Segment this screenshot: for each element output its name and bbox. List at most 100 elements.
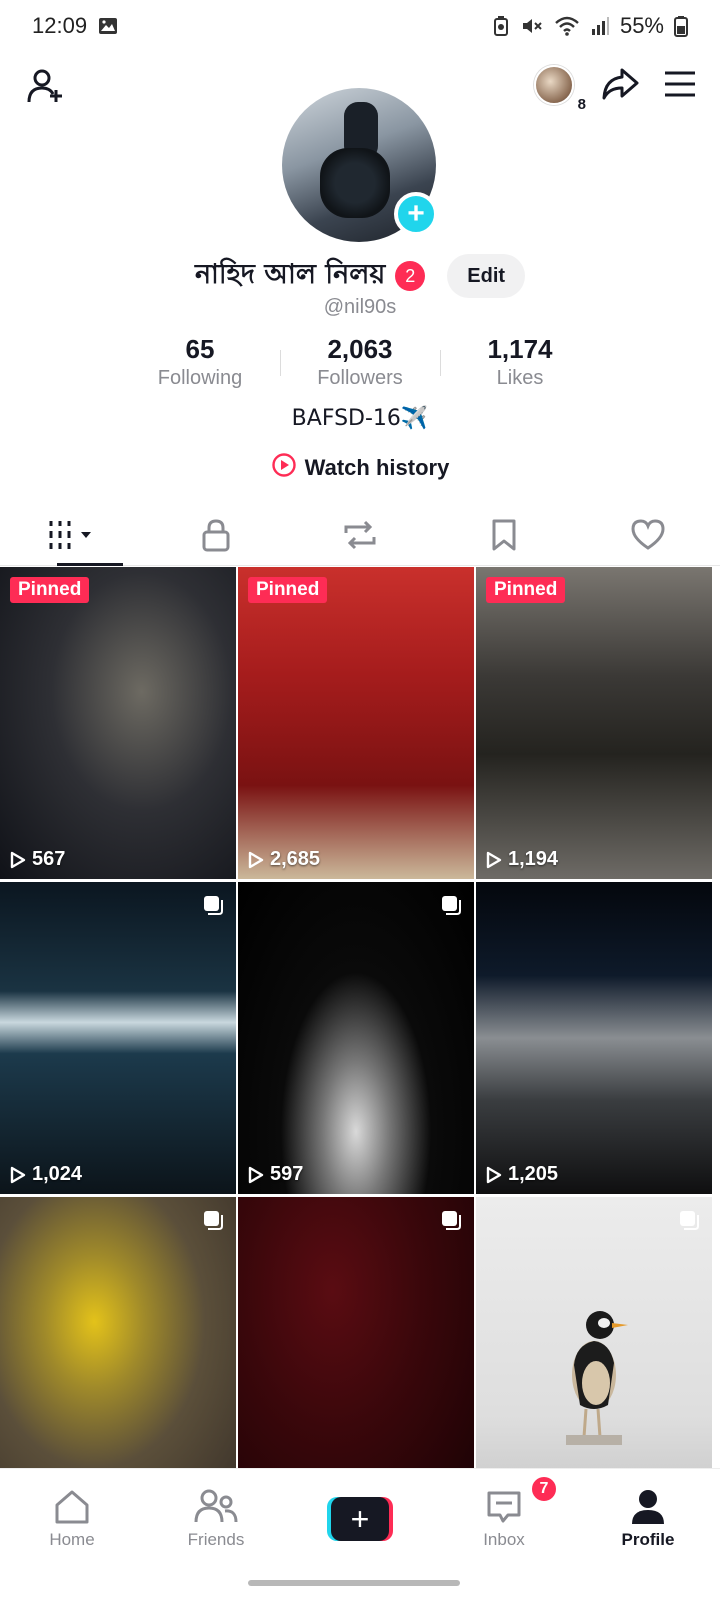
story-avatar[interactable]: 8 [534, 64, 586, 113]
bookmark-icon [489, 518, 519, 557]
tab-reposts[interactable] [288, 510, 432, 565]
grid-view-icon [47, 518, 97, 557]
gallery-notification-icon [97, 15, 119, 37]
view-count: 597 [248, 1163, 303, 1186]
tab-videos[interactable] [0, 510, 144, 566]
nav-friends[interactable]: Friends [144, 1469, 288, 1568]
multi-photo-icon [204, 896, 223, 915]
battery-icon [674, 15, 688, 37]
username: @nil90s [323, 296, 397, 318]
tab-private[interactable] [144, 510, 288, 565]
edit-profile-button[interactable]: Edit [447, 254, 526, 298]
play-icon [486, 851, 502, 868]
signal-icon [590, 15, 610, 37]
stat-following[interactable]: 65 Following [120, 334, 280, 390]
stat-value: 2,063 [327, 334, 393, 364]
multi-photo-icon [680, 1211, 699, 1230]
inbox-icon [487, 1491, 521, 1522]
view-count-value: 2,685 [270, 848, 321, 870]
bottom-nav: Home Friends + 7 Inbox Profile [0, 1468, 720, 1568]
story-avatar-image [534, 64, 574, 105]
video-thumbnail[interactable] [0, 1197, 236, 1509]
view-count: 567 [10, 848, 65, 871]
stat-label: Followers [317, 367, 403, 389]
create-plus-icon: + [331, 1496, 389, 1541]
pinned-badge: Pinned [10, 577, 90, 603]
stat-followers[interactable]: 2,063 Followers [280, 334, 440, 390]
video-thumbnail[interactable]: 1,024 [0, 882, 236, 1194]
lock-icon [200, 518, 232, 557]
create-button[interactable]: + [327, 1496, 393, 1541]
view-count-value: 567 [32, 848, 66, 870]
play-icon [10, 1166, 26, 1183]
nav-inbox[interactable]: 7 Inbox [432, 1469, 576, 1568]
nav-inbox-label: Inbox [483, 1529, 525, 1549]
watch-history-label: Watch history [304, 455, 450, 480]
view-count: 1,205 [486, 1163, 558, 1186]
view-count: 1,024 [10, 1163, 82, 1186]
bird-image [566, 1311, 628, 1445]
profile-tabs [0, 510, 720, 566]
multi-photo-icon [204, 1211, 223, 1230]
nav-home[interactable]: Home [0, 1469, 144, 1568]
name-badge[interactable]: 2 [395, 261, 426, 291]
profile-avatar[interactable]: + [282, 88, 438, 242]
nav-create[interactable]: + [288, 1469, 432, 1568]
pinned-badge: Pinned [248, 577, 328, 603]
heart-icon [630, 518, 666, 557]
display-name: নাহিদ আল নিলয় [194, 258, 386, 290]
add-friend-icon[interactable] [24, 64, 68, 108]
wifi-icon [554, 15, 580, 37]
stat-value: 65 [185, 334, 215, 364]
video-thumbnail[interactable]: 597 [238, 882, 474, 1194]
view-count-value: 597 [270, 1163, 304, 1185]
video-grid: Pinned 567 Pinned 2,685 Pinned 1,194 1,0… [0, 567, 720, 1509]
status-time: 12:09 [32, 13, 88, 38]
pinned-badge: Pinned [486, 577, 566, 603]
inbox-badge: 7 [530, 1475, 558, 1503]
video-thumbnail[interactable]: Pinned 1,194 [476, 567, 712, 879]
multi-photo-icon [442, 896, 461, 915]
stat-label: Likes [496, 367, 544, 389]
tab-favorites[interactable] [432, 510, 576, 565]
add-avatar-plus-icon[interactable]: + [394, 192, 438, 236]
tab-liked[interactable] [576, 510, 720, 565]
nav-friends-label: Friends [187, 1529, 245, 1549]
view-count-value: 1,205 [508, 1163, 559, 1185]
story-count: 8 [577, 95, 586, 113]
watch-history-link[interactable]: Watch history [0, 452, 720, 484]
multi-photo-icon [442, 1211, 461, 1230]
view-count-value: 1,194 [508, 848, 559, 870]
nav-profile-label: Profile [621, 1529, 675, 1549]
home-indicator[interactable] [248, 1580, 460, 1586]
view-count: 2,685 [248, 848, 320, 871]
video-thumbnail[interactable] [238, 1197, 474, 1509]
view-count: 1,194 [486, 848, 558, 871]
menu-icon[interactable] [662, 64, 698, 109]
video-thumbnail[interactable]: Pinned 567 [0, 567, 236, 879]
nav-home-label: Home [49, 1529, 95, 1549]
play-icon [248, 851, 264, 868]
home-icon [55, 1490, 89, 1523]
video-thumbnail[interactable]: Pinned 2,685 [238, 567, 474, 879]
play-circle-icon [271, 452, 297, 484]
video-thumbnail[interactable]: 1,205 [476, 882, 712, 1194]
play-icon [486, 1166, 502, 1183]
name-row: নাহিদ আল নিলয় 2 Edit [0, 252, 720, 300]
stat-label: Following [157, 367, 243, 389]
stat-likes[interactable]: 1,174 Likes [440, 334, 600, 390]
stat-value: 1,174 [487, 334, 553, 364]
repost-icon [342, 518, 378, 557]
video-thumbnail[interactable] [476, 1197, 712, 1509]
play-icon [10, 851, 26, 868]
bio: BAFSD-16✈️ [291, 406, 429, 431]
profile-stats: 65 Following 2,063 Followers 1,174 Likes [0, 334, 720, 390]
battery-percent: 55% [619, 13, 664, 38]
share-icon[interactable] [600, 64, 640, 109]
battery-saver-icon [492, 15, 510, 37]
play-icon [248, 1166, 264, 1183]
nav-profile[interactable]: Profile [576, 1469, 720, 1568]
friends-icon [194, 1489, 238, 1522]
mute-icon [520, 15, 544, 37]
status-bar: 12:09 55% [0, 0, 720, 52]
